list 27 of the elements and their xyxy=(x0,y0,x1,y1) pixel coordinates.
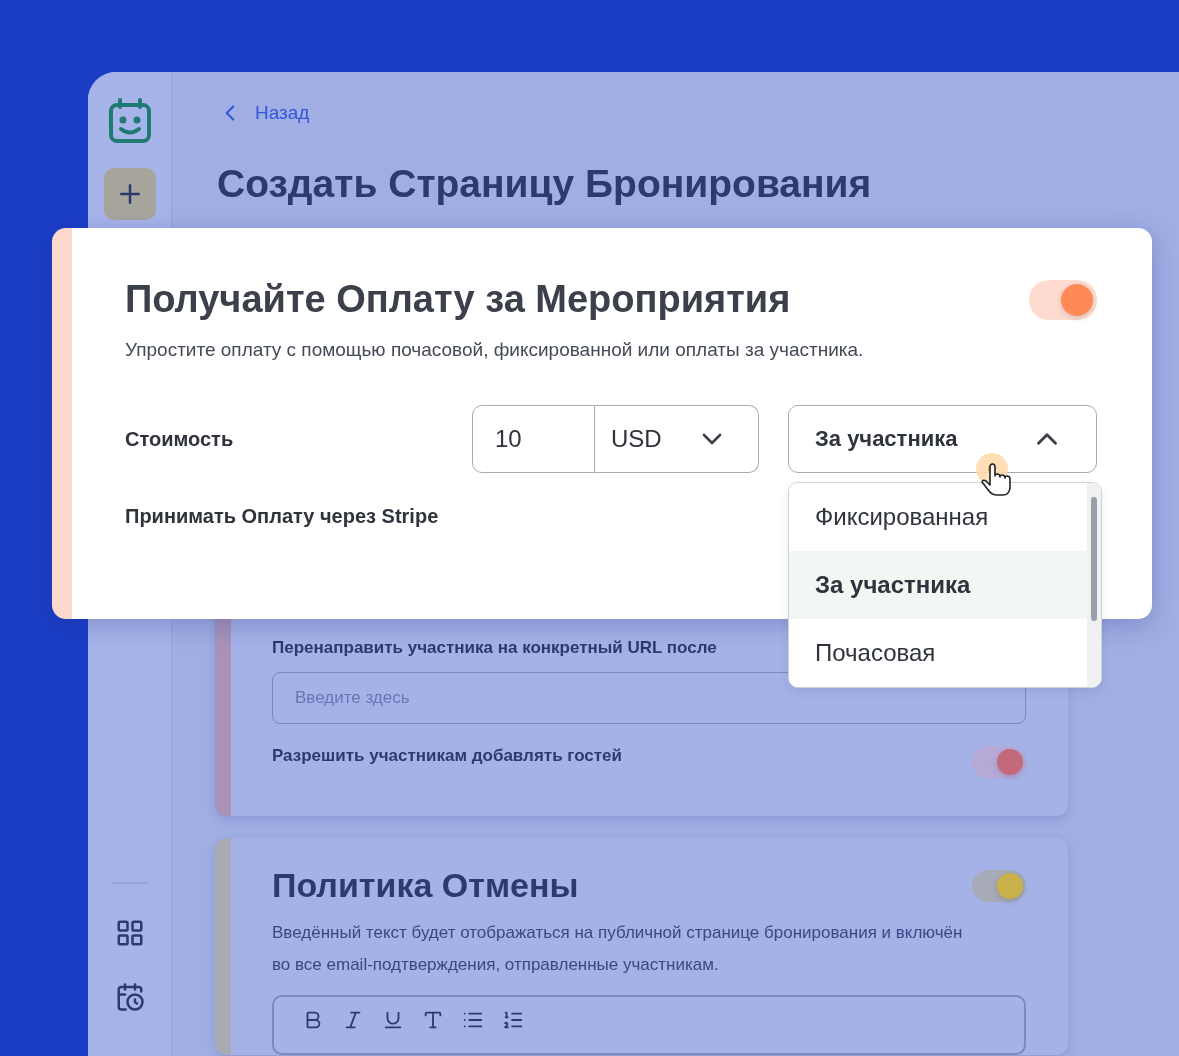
field-label: Перенаправить участника на конкретный URL после xyxy=(272,638,717,658)
numbered-list-icon[interactable] xyxy=(502,1009,524,1031)
add-button[interactable] xyxy=(103,168,156,220)
card-title: Политика Отмены xyxy=(272,866,579,905)
card-description: Введённый текст будет отображаться на публичной странице бронирования и включён во все email-подтверждения, отправленные участникам. xyxy=(272,922,964,976)
toggle-switch[interactable] xyxy=(1029,279,1097,320)
text-icon[interactable] xyxy=(422,1009,444,1031)
pricing-type-dropdown[interactable]: За участника xyxy=(788,405,1097,473)
dropdown-option[interactable]: Почасовая xyxy=(789,619,1087,687)
price-label: Стоимость xyxy=(125,427,234,451)
toggle-switch[interactable] xyxy=(972,869,1026,902)
card-description: Упростите оплату с помощью почасовой, фиксированной или оплаты за участника. xyxy=(125,339,865,361)
dropdown-option[interactable]: Фиксированная xyxy=(789,483,1087,551)
currency-dropdown[interactable]: USD xyxy=(595,405,759,473)
toggle-switch[interactable] xyxy=(972,746,1026,778)
underline-icon[interactable] xyxy=(382,1009,404,1031)
dropdown-option[interactable]: За участника xyxy=(789,551,1087,619)
calendar-smiley-icon xyxy=(107,98,152,144)
calendar-clock-icon[interactable] xyxy=(114,982,145,1012)
url-input-field[interactable]: Введите здесь xyxy=(272,672,1026,724)
stripe-label: Принимать Оплату через Stripe xyxy=(125,505,439,528)
scrollbar-thumb[interactable] xyxy=(1091,497,1097,621)
page-title: Создать Страницу Бронирования xyxy=(217,162,873,206)
text-editor-field[interactable] xyxy=(272,995,1026,1055)
setting-label: Разрешить участникам добавлять гостей xyxy=(272,746,622,766)
card-title: Получайте Оплату за Мероприятия xyxy=(125,278,791,321)
amount-field[interactable]: 10 xyxy=(472,405,595,473)
